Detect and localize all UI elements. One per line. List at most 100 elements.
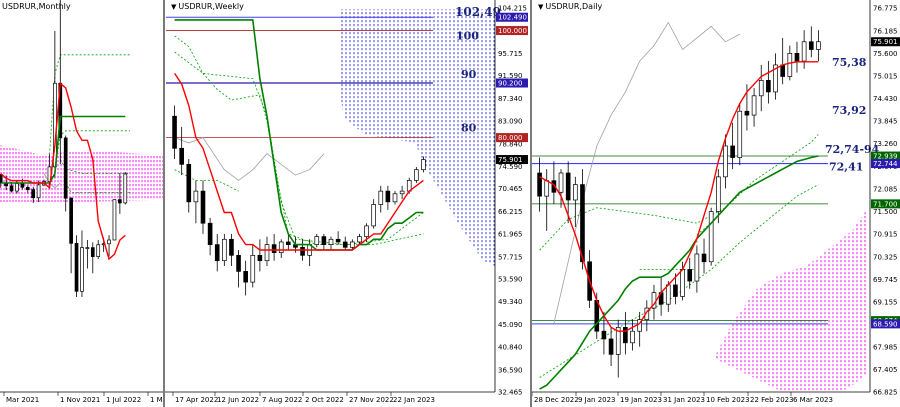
x-axis-tick-label: 12 Jun 2022: [217, 396, 259, 404]
candle-body: [69, 197, 73, 244]
candle-body: [271, 244, 277, 254]
price-label-text: 68.590: [873, 320, 898, 328]
x-axis-tick-label: 1 Mar 2023: [150, 396, 163, 404]
weekly-chart-panel[interactable]: ▼USDRUR,Weekly 102,491009080104.21599.84…: [165, 0, 530, 407]
candle-body: [123, 173, 128, 204]
candle-body: [708, 211, 714, 263]
price-label-text: 100.000: [498, 27, 527, 35]
level-annotation: 80: [461, 122, 477, 135]
candle-body: [321, 236, 327, 245]
candle-body: [243, 271, 248, 283]
candle-body: [787, 52, 793, 77]
candle-body: [392, 193, 398, 203]
candle-body: [364, 225, 369, 237]
candle-body: [0, 174, 3, 184]
candle-body: [118, 199, 122, 204]
candle-body: [257, 254, 263, 262]
y-axis-tick-label: 61.965: [498, 231, 523, 239]
candle-body: [179, 147, 184, 165]
candle-body: [744, 110, 750, 116]
x-axis-tick-label: 22 Jan 2023: [393, 396, 435, 404]
candle-body: [63, 137, 68, 199]
candle-body: [31, 189, 36, 199]
senkou-span-line: [639, 222, 712, 270]
level-annotation: 72,41: [829, 160, 863, 173]
x-axis-tick-label: Mar 2021: [6, 396, 39, 404]
candle-body: [15, 183, 19, 192]
candle-body: [565, 172, 571, 201]
level-annotation: 73,92: [832, 104, 866, 117]
candle-body: [580, 184, 585, 263]
y-axis-tick-label: 73.260: [873, 140, 898, 148]
candle-body: [594, 299, 600, 332]
price-label-text: 102.490: [498, 14, 527, 22]
y-axis-tick-label: 95.715: [498, 50, 523, 58]
x-axis-tick-label: 31 Jan 2023: [663, 396, 705, 404]
y-axis-tick-label: 36.590: [498, 366, 523, 374]
y-axis-tick-label: 40.840: [498, 344, 523, 352]
candle-body: [694, 253, 700, 282]
daily-chart-panel[interactable]: ▼ USDRUR,Daily 75,38 73,92 72,74-94 72,41 76.…: [532, 0, 900, 407]
candle-body: [371, 204, 376, 227]
candle-body: [342, 241, 348, 248]
y-axis-tick-label: 74.590: [498, 163, 523, 171]
y-axis-tick-label: 75.600: [873, 50, 898, 58]
candle-body: [200, 190, 206, 224]
candle-body: [96, 244, 101, 257]
y-axis-tick-label: 72.085: [873, 186, 898, 194]
y-axis-tick-label: 66.825: [873, 389, 898, 397]
x-axis-tick-label: 7 Aug 2022: [262, 396, 302, 404]
candle-body: [537, 172, 542, 197]
candle-body: [573, 184, 578, 201]
level-annotation: 90: [461, 68, 477, 81]
x-axis-tick-label: 1 Nov 2021: [60, 396, 100, 404]
candle-body: [665, 284, 671, 305]
y-axis-tick-label: 70.915: [873, 231, 898, 239]
candle-body: [808, 41, 814, 50]
candle-body: [278, 241, 284, 254]
candle-body: [673, 284, 678, 297]
ichimoku-cloud: [0, 145, 163, 202]
weekly-chart-svg: 102,491009080104.21599.84095.71591.59087…: [165, 0, 528, 404]
y-axis-tick-label: 57.715: [498, 253, 523, 261]
candle-body: [90, 247, 95, 257]
x-axis-tick-label: 2 Oct 2022: [305, 396, 344, 404]
candle-body: [421, 159, 426, 171]
candle-body: [264, 244, 270, 262]
candle-body: [766, 80, 771, 93]
x-axis-tick-label: 6 Mar 2023: [793, 396, 833, 404]
y-axis-tick-label: 75.015: [873, 72, 898, 80]
y-axis-tick-label: 69.745: [873, 276, 898, 284]
candle-body: [780, 64, 785, 77]
x-axis-tick-label: 17 Apr 2022: [175, 396, 218, 404]
candle-body: [250, 254, 256, 283]
candle-body: [222, 238, 227, 262]
candle-body: [794, 52, 800, 62]
candle-body: [723, 145, 728, 178]
x-axis-tick-label: 1 Jul 2022: [106, 396, 141, 404]
monthly-chart-panel[interactable]: USDRUR,Monthly Mar 2021 1 Nov 2021 1 Jul 2…: [0, 0, 163, 407]
candle-body: [20, 183, 25, 188]
candle-body: [328, 238, 334, 245]
candle-body: [80, 247, 84, 292]
y-axis-tick-label: 71.500: [873, 208, 898, 216]
candle-body: [544, 180, 550, 197]
candle-body: [414, 169, 419, 181]
candle-body: [737, 110, 743, 158]
price-label-text: 75.901: [873, 38, 898, 46]
monthly-chart-svg: Mar 2021 1 Nov 2021 1 Jul 2022 1 Mar 2023: [0, 0, 163, 404]
candle-body: [730, 145, 735, 158]
candle-body: [350, 241, 355, 248]
x-axis-tick-label: 27 Nov 2022: [349, 396, 394, 404]
y-axis-tick-label: 104.215: [498, 5, 527, 13]
candle-body: [207, 222, 213, 245]
candle-body: [172, 115, 177, 149]
y-axis-tick-label: 69.155: [873, 299, 898, 307]
price-label-text: 75.901: [498, 156, 523, 164]
y-axis-tick-label: 66.215: [498, 208, 523, 216]
price-label-text: 80.000: [498, 134, 523, 142]
level-annotation: 75,38: [832, 56, 867, 69]
x-axis-tick-label: 28 Dec 2022: [534, 396, 579, 404]
chikou-span-line: [174, 137, 325, 181]
candle-body: [335, 238, 341, 243]
